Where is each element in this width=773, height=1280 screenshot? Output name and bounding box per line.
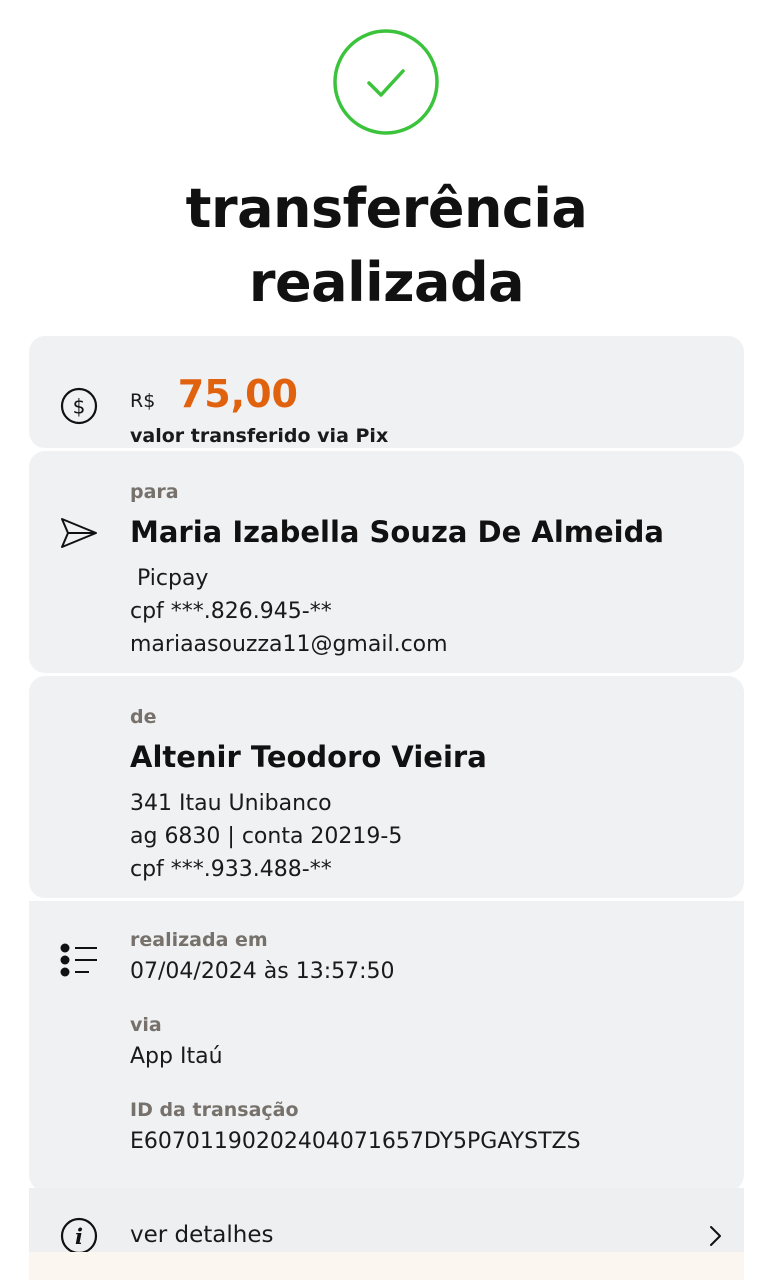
bottom-strip bbox=[29, 1252, 744, 1280]
recipient-card: para Maria Izabella Souza De Almeida Pic… bbox=[29, 451, 744, 673]
list-icon bbox=[59, 941, 99, 981]
amount-currency: R$ bbox=[130, 390, 156, 412]
recipient-cpf: cpf ***.826.945-** bbox=[130, 599, 332, 624]
title-line-2: realizada bbox=[248, 251, 525, 314]
sender-account: ag 6830 | conta 20219-5 bbox=[130, 824, 403, 849]
recipient-bank: Picpay bbox=[130, 566, 209, 591]
date-label: realizada em bbox=[130, 929, 268, 951]
transaction-id-label: ID da transação bbox=[130, 1099, 299, 1121]
send-icon bbox=[59, 513, 99, 553]
page-title: transferência realizada bbox=[0, 172, 773, 320]
svg-text:i: i bbox=[75, 1224, 83, 1249]
sender-label: de bbox=[130, 706, 157, 728]
sender-card: de Altenir Teodoro Vieira 341 Itau Uniba… bbox=[29, 676, 744, 898]
amount-card: $ R$ 75,00 valor transferido via Pix bbox=[29, 336, 744, 448]
date-value: 07/04/2024 às 13:57:50 bbox=[130, 959, 395, 984]
recipient-label: para bbox=[130, 481, 179, 503]
title-line-1: transferência bbox=[185, 177, 588, 240]
see-details-label: ver detalhes bbox=[130, 1222, 274, 1248]
info-icon: i bbox=[59, 1216, 99, 1256]
chevron-right-icon bbox=[705, 1224, 725, 1248]
sender-name: Altenir Teodoro Vieira bbox=[130, 740, 487, 774]
amount-subtitle: valor transferido via Pix bbox=[130, 425, 389, 447]
via-value: App Itaú bbox=[130, 1044, 223, 1069]
via-label: via bbox=[130, 1014, 162, 1036]
svg-text:$: $ bbox=[73, 395, 86, 419]
transaction-id-value: E60701190202404071657DY5PGAYSTZS bbox=[130, 1129, 581, 1154]
recipient-name: Maria Izabella Souza De Almeida bbox=[130, 515, 664, 549]
sender-bank: 341 Itau Unibanco bbox=[130, 791, 332, 816]
details-card: realizada em 07/04/2024 às 13:57:50 via … bbox=[29, 901, 744, 1191]
recipient-email: mariaasouzza11@gmail.com bbox=[130, 632, 448, 657]
success-check-icon bbox=[332, 28, 440, 136]
dollar-circle-icon: $ bbox=[59, 386, 99, 426]
sender-cpf: cpf ***.933.488-** bbox=[130, 857, 332, 882]
amount-value: 75,00 bbox=[177, 372, 298, 416]
